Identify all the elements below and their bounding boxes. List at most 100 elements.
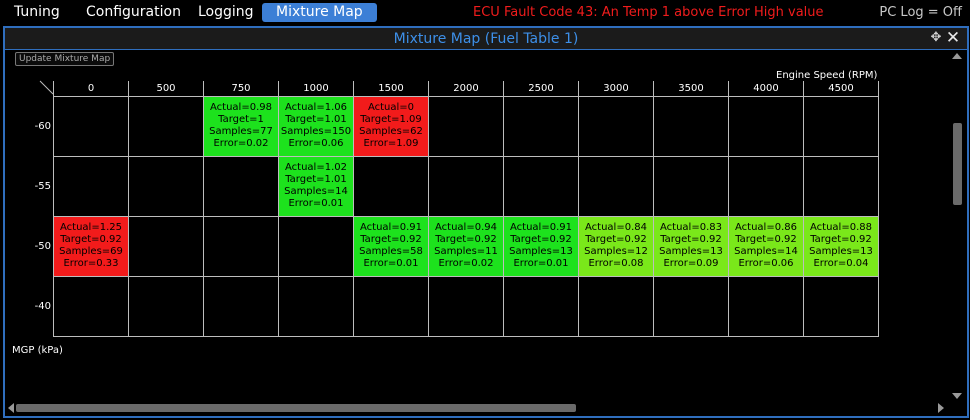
move-icon[interactable]: ✥ <box>929 31 943 45</box>
map-cell[interactable] <box>653 275 729 337</box>
map-cell[interactable] <box>203 275 279 337</box>
cell-value: Samples=62 <box>359 126 423 137</box>
map-cell[interactable] <box>278 275 354 337</box>
map-cell[interactable] <box>803 95 879 157</box>
map-cell[interactable]: Actual=1.25 Target=0.92 Samples=69 Error=0.… <box>53 215 129 277</box>
cell-value: Samples=69 <box>59 246 123 257</box>
cell-value: Actual=0.94 <box>435 222 497 233</box>
map-cell[interactable] <box>278 215 354 277</box>
map-cell[interactable] <box>803 275 879 337</box>
window-title-bar[interactable]: Mixture Map (Fuel Table 1) ✥ ✕ <box>5 28 967 50</box>
x-axis-label: Engine Speed (RPM) <box>776 70 878 81</box>
map-cell[interactable]: Actual=0.84 Target=0.92 Samples=12 Error=0.… <box>578 215 654 277</box>
cell-value: Samples=13 <box>659 246 723 257</box>
map-cell[interactable] <box>503 155 579 217</box>
map-cell[interactable] <box>803 155 879 217</box>
scroll-down-icon[interactable] <box>952 393 962 399</box>
map-cell[interactable] <box>728 275 804 337</box>
map-cell[interactable] <box>428 275 504 337</box>
map-cell[interactable] <box>578 155 654 217</box>
cell-value: Error=0.02 <box>438 258 494 269</box>
map-cell[interactable]: Actual=0.91 Target=0.92 Samples=13 Error=0.… <box>503 215 579 277</box>
map-cell[interactable] <box>428 95 504 157</box>
map-cell[interactable]: Actual=0.91 Target=0.92 Samples=58 Error=0.… <box>353 215 429 277</box>
cell-value: Target=0.92 <box>810 234 872 245</box>
map-cell[interactable] <box>653 155 729 217</box>
map-cell[interactable] <box>203 155 279 217</box>
rpm-column-header: 1500 <box>353 81 429 97</box>
table-row <box>53 275 879 337</box>
close-icon[interactable]: ✕ <box>945 29 961 47</box>
table-row: Actual=0.98 Target=1 Samples=77 Error=0.02 A… <box>53 95 879 157</box>
horizontal-scroll-thumb[interactable] <box>16 404 576 412</box>
cell-value: Error=0.04 <box>813 258 869 269</box>
cell-value: Actual=0.86 <box>735 222 797 233</box>
map-cell[interactable] <box>53 95 129 157</box>
ecu-fault-message: ECU Fault Code 43: An Temp 1 above Error… <box>473 5 824 20</box>
map-cell[interactable]: Actual=0.83 Target=0.92 Samples=13 Error=0.… <box>653 215 729 277</box>
cell-value: Actual=1.02 <box>285 162 347 173</box>
cell-value: Samples=77 <box>209 126 273 137</box>
menu-configuration[interactable]: Configuration <box>72 3 195 22</box>
cell-value: Target=0.92 <box>510 234 572 245</box>
menu-mixture-map[interactable]: Mixture Map <box>262 3 377 22</box>
cell-value: Actual=0.91 <box>360 222 422 233</box>
pc-log-status[interactable]: PC Log = Off <box>879 5 962 20</box>
cell-value: Actual=1.25 <box>60 222 122 233</box>
menu-bar: Tuning Configuration Logging Mixture Map… <box>0 0 970 26</box>
map-cell[interactable]: Actual=0.86 Target=0.92 Samples=14 Error=0.… <box>728 215 804 277</box>
horizontal-scrollbar[interactable] <box>6 401 946 415</box>
cell-value: Samples=150 <box>280 126 352 137</box>
cell-value: Error=0.08 <box>588 258 644 269</box>
cell-value: Actual=0.84 <box>585 222 647 233</box>
map-cell[interactable] <box>653 95 729 157</box>
rpm-column-header: 2500 <box>503 81 579 97</box>
scroll-right-icon[interactable] <box>938 403 944 413</box>
cell-value: Samples=14 <box>284 186 348 197</box>
map-cell[interactable]: Actual=0.98 Target=1 Samples=77 Error=0.02 <box>203 95 279 157</box>
map-cell[interactable]: Actual=1.06 Target=1.01 Samples=150 Error=0… <box>278 95 354 157</box>
cell-value: Actual=0 <box>367 102 415 113</box>
rpm-column-header: 0 <box>53 81 129 97</box>
menu-logging[interactable]: Logging <box>184 3 268 22</box>
cell-value: Error=0.09 <box>663 258 719 269</box>
map-cell[interactable] <box>428 155 504 217</box>
cell-value: Actual=0.88 <box>810 222 872 233</box>
map-cell[interactable] <box>578 95 654 157</box>
map-cell[interactable] <box>578 275 654 337</box>
map-cell[interactable] <box>128 155 204 217</box>
map-cell[interactable] <box>53 155 129 217</box>
map-cell[interactable]: Actual=0 Target=1.09 Samples=62 Error=1.09 <box>353 95 429 157</box>
cell-value: Target=0.92 <box>360 234 422 245</box>
map-cell[interactable] <box>203 215 279 277</box>
map-cell[interactable] <box>728 95 804 157</box>
map-cell[interactable] <box>128 95 204 157</box>
map-cell[interactable] <box>728 155 804 217</box>
map-cell[interactable] <box>503 275 579 337</box>
cell-value: Error=0.01 <box>513 258 569 269</box>
scroll-left-icon[interactable] <box>8 403 14 413</box>
rpm-column-header: 1000 <box>278 81 354 97</box>
cell-value: Samples=13 <box>509 246 573 257</box>
vertical-scroll-thumb[interactable] <box>953 123 962 205</box>
cell-value: Target=0.92 <box>60 234 122 245</box>
map-cell[interactable] <box>128 215 204 277</box>
rpm-column-header: 750 <box>203 81 279 97</box>
cell-value: Actual=0.98 <box>210 102 272 113</box>
cell-value: Actual=0.83 <box>660 222 722 233</box>
menu-tuning[interactable]: Tuning <box>0 3 74 22</box>
mixture-map-grid: 0 500 750 1000 1500 2000 2500 3000 3500 4000 4500 … <box>53 81 879 337</box>
map-cell[interactable] <box>353 275 429 337</box>
mgp-row-label: -55 <box>34 181 51 192</box>
map-cell[interactable] <box>128 275 204 337</box>
rpm-column-header: 2000 <box>428 81 504 97</box>
map-cell[interactable] <box>353 155 429 217</box>
map-cell[interactable] <box>503 95 579 157</box>
vertical-scrollbar[interactable] <box>948 51 966 401</box>
map-cell[interactable] <box>53 275 129 337</box>
scroll-up-icon[interactable] <box>952 53 962 59</box>
update-mixture-map-button[interactable]: Update Mixture Map <box>15 52 115 66</box>
map-cell[interactable]: Actual=0.94 Target=0.92 Samples=11 Error=0.… <box>428 215 504 277</box>
map-cell[interactable]: Actual=0.88 Target=0.92 Samples=13 Error=0.… <box>803 215 879 277</box>
map-cell[interactable]: Actual=1.02 Target=1.01 Samples=14 Error=0.… <box>278 155 354 217</box>
